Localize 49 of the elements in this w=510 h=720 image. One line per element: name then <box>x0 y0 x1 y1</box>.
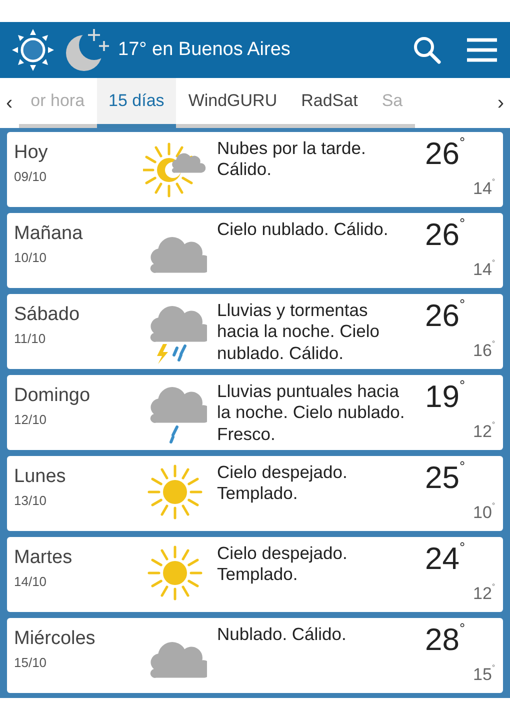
day-date: 11/10 <box>14 330 47 348</box>
sun-icon <box>10 27 56 73</box>
weather-description: Nubes por la tarde. Cálido. <box>217 138 367 182</box>
forecast-card[interactable]: Hoy 09/10 Nubes por la tarde. Cálido. 26$^{°}$ 14$^{°}$ <box>7 132 503 207</box>
location-title: 17° en Buenos Aires <box>118 38 290 62</box>
day-date: 13/10 <box>14 492 48 510</box>
min-temperature: 14$^{°}$ <box>473 176 495 200</box>
max-temperature: 26$^{°}$ <box>425 300 466 331</box>
weather-description: Cielo nublado. Cálido. <box>217 219 390 241</box>
forecast-card[interactable]: Martes 14/10 Cielo despejado. Templado. 24$^{°}$ 12$^{°}$ <box>7 537 503 612</box>
day-date: 14/10 <box>14 572 48 591</box>
min-temperature: 16$^{°}$ <box>473 338 495 362</box>
max-temperature: 24$^{°}$ <box>425 543 466 574</box>
day-date: 12/10 <box>14 410 48 429</box>
search-icon[interactable] <box>412 35 442 65</box>
min-temperature: 12$^{°}$ <box>473 419 495 442</box>
moon-icon <box>64 27 110 73</box>
day-name: Mañana <box>14 223 84 246</box>
tab[interactable]: 15 días <box>96 78 176 128</box>
weather-description: Lluvias y tormentas hacia la noche. Cielo nublado. Cálido. <box>217 300 380 365</box>
forecast-card[interactable]: Lunes 13/10 Cielo despejado. Templado. 25$^{°}$ 10$^{°}$ <box>7 456 503 531</box>
max-temperature: 26$^{°}$ <box>425 138 466 169</box>
day-name: Miércoles <box>14 628 96 651</box>
max-temperature: 19$^{°}$ <box>425 381 466 412</box>
min-temperature: 15$^{°}$ <box>473 662 495 686</box>
weather-description: Nublado. Cálido. <box>217 624 348 646</box>
day-name: Martes <box>14 547 74 570</box>
forecast-card[interactable]: Domingo 12/10 Lluvias puntuales hacia la noche. Cielo nublado. Fresco. 19$^{°}$ 12$^{°}$ <box>7 375 503 450</box>
day-name: Domingo <box>14 385 92 408</box>
day-name: Sábado <box>14 304 81 327</box>
menu-icon[interactable] <box>466 37 498 63</box>
weather-description: Cielo despejado. Templado. <box>217 543 348 586</box>
min-temperature: 12$^{°}$ <box>473 581 495 604</box>
day-name: Lunes <box>14 466 67 489</box>
forecast-card[interactable]: Sábado 11/10 Lluvias y tormentas hacia la noche. Cielo nublado. Cálido. 26$^{°}$ 16$^{°}$ <box>7 294 503 369</box>
min-temperature: 10$^{°}$ <box>473 500 495 524</box>
weather-description: Cielo despejado. Templado. <box>217 462 348 506</box>
max-temperature: 25$^{°}$ <box>425 462 466 493</box>
min-temperature: 14$^{°}$ <box>473 257 495 280</box>
sun-cloud-icon <box>142 140 206 200</box>
forecast-card[interactable]: Mañana 10/10 Cielo nublado. Cálido. 26$^{°}$ 14$^{°}$ <box>7 213 503 288</box>
day-date: 09/10 <box>14 168 48 186</box>
max-temperature: 28$^{°}$ <box>425 624 466 655</box>
max-temperature: 26$^{°}$ <box>425 219 466 250</box>
weather-description: Lluvias puntuales hacia la noche. Cielo nublado. Fresco. <box>217 381 406 446</box>
day-date: 15/10 <box>14 654 48 672</box>
day-date: 10/10 <box>14 248 48 267</box>
day-name: Hoy <box>14 142 49 165</box>
forecast-card[interactable]: Miércoles 15/10 Nublado. Cálido. 28$^{°}$ 15$^{°}$ <box>7 618 503 693</box>
